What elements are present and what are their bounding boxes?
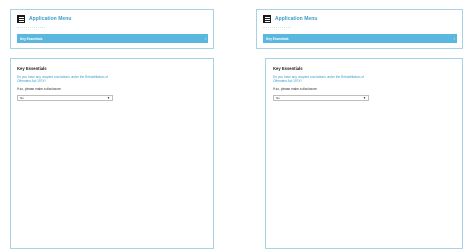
caret-down-icon: ▼ [363,96,366,100]
menu-title-divider [17,27,45,28]
select-value: No [20,96,24,100]
accordion-label: Key Essentials [20,36,43,41]
hamburger-menu-icon[interactable] [263,15,271,23]
caret-down-icon: ▼ [107,96,110,100]
key-essentials-form-panel-left: Key Essentials Do you have any unspent c… [10,58,214,249]
convictions-question: Do you have any unspent convictions unde… [273,75,364,83]
convictions-select[interactable]: No ▼ [273,95,369,101]
convictions-question: Do you have any unspent convictions unde… [17,75,108,83]
section-title: Key Essentials [273,66,303,71]
disclosure-note: If so, please make a disclosure. [17,87,62,91]
section-title: Key Essentials [17,66,47,71]
application-menu-header[interactable]: Application Menu [17,15,71,23]
key-essentials-accordion-button[interactable]: Key Essentials › [263,34,457,43]
application-menu-title: Application Menu [29,16,72,22]
key-essentials-accordion-button[interactable]: Key Essentials › [17,34,208,43]
convictions-select[interactable]: No ▼ [17,95,113,101]
application-menu-header[interactable]: Application Menu [263,15,317,23]
disclosure-note: If so, please make a disclosure. [273,87,318,91]
application-menu-title: Application Menu [275,16,318,22]
menu-title-divider [263,27,291,28]
select-value: No [276,96,280,100]
accordion-label: Key Essentials [266,36,289,41]
chevron-right-icon: › [453,36,455,41]
application-menu-panel-right: Application Menu Key Essentials › [256,9,463,49]
application-menu-panel-left: Application Menu Key Essentials › [10,9,214,49]
key-essentials-form-panel-right: Key Essentials Do you have any unspent c… [265,58,463,249]
hamburger-menu-icon[interactable] [17,15,25,23]
chevron-right-icon: › [204,36,206,41]
